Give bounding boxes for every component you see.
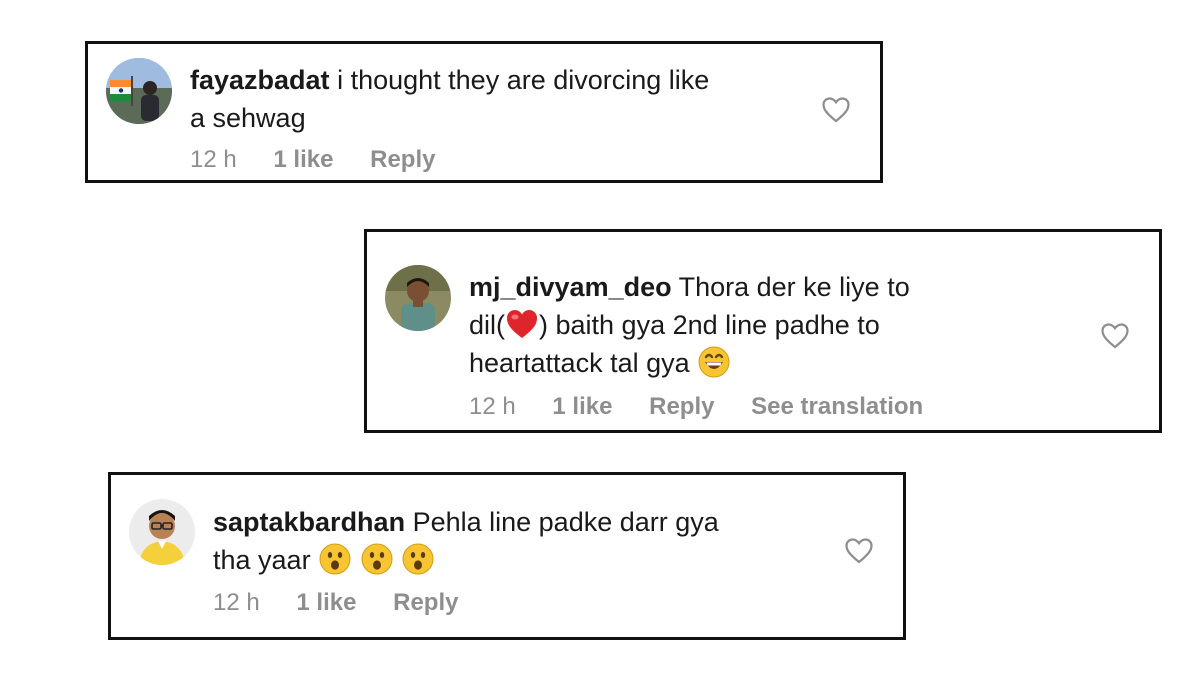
see-translation-button[interactable]: See translation <box>751 393 923 420</box>
avatar[interactable] <box>129 499 195 565</box>
flag-avatar-icon <box>106 58 172 124</box>
comment-line: ) baith gya 2nd line padhe to <box>539 310 880 340</box>
likes-count[interactable]: 1 like <box>552 393 612 420</box>
comment-text: mj_divyam_deo Thora der ke liye to dil()… <box>469 268 910 382</box>
comment-meta: 12 h 1 like Reply <box>213 589 488 617</box>
comment-meta: 12 h 1 like Reply <box>190 146 465 174</box>
astonished-emoji-icon <box>401 542 435 576</box>
comment-card: fayazbadat i thought they are divorcing … <box>85 41 883 183</box>
heart-outline-icon[interactable] <box>1101 323 1129 349</box>
username[interactable]: mj_divyam_deo <box>469 272 672 302</box>
comment-card: saptakbardhan Pehla line padke darr gya … <box>108 472 906 640</box>
heart-outline-icon[interactable] <box>845 538 873 564</box>
comment-text: saptakbardhan Pehla line padke darr gya … <box>213 503 719 579</box>
likes-count[interactable]: 1 like <box>273 146 333 173</box>
red-heart-emoji-icon <box>505 307 539 341</box>
astonished-emoji-icon <box>318 542 352 576</box>
comment-line: tha yaar <box>213 545 311 575</box>
comment-text: fayazbadat i thought they are divorcing … <box>190 61 709 137</box>
comment-line: i thought they are divorcing like <box>337 65 710 95</box>
reply-button[interactable]: Reply <box>370 146 435 173</box>
timestamp: 12 h <box>469 393 516 420</box>
timestamp: 12 h <box>190 146 237 173</box>
comment-line: Pehla line padke darr gya <box>412 507 719 537</box>
heart-outline-icon[interactable] <box>822 97 850 123</box>
comment-line: a sehwag <box>190 103 306 133</box>
avatar[interactable] <box>385 265 451 331</box>
username[interactable]: fayazbadat <box>190 65 330 95</box>
comment-meta: 12 h 1 like Reply See translation <box>469 393 953 421</box>
avatar[interactable] <box>106 58 172 124</box>
comment-line: Thora der ke liye to <box>678 272 910 302</box>
likes-count[interactable]: 1 like <box>296 589 356 616</box>
comment-card: mj_divyam_deo Thora der ke liye to dil()… <box>364 229 1162 433</box>
person-avatar-icon <box>385 265 451 331</box>
comment-line: heartattack tal gya <box>469 348 690 378</box>
reply-button[interactable]: Reply <box>649 393 714 420</box>
grinning-emoji-icon <box>697 345 731 379</box>
reply-button[interactable]: Reply <box>393 589 458 616</box>
comment-line: dil( <box>469 310 506 340</box>
astonished-emoji-icon <box>360 542 394 576</box>
timestamp: 12 h <box>213 589 260 616</box>
username[interactable]: saptakbardhan <box>213 507 405 537</box>
person-glasses-avatar-icon <box>129 499 195 565</box>
